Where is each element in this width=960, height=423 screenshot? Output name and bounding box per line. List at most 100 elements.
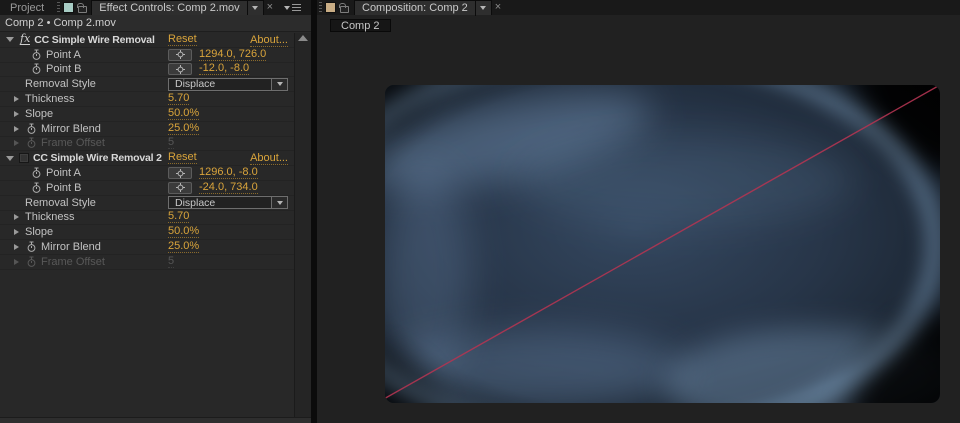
dropdown-arrow-button[interactable] xyxy=(271,197,287,208)
property-label: Removal Style xyxy=(25,197,96,209)
number-value: 5 xyxy=(168,256,174,268)
number-value[interactable]: 5.70 xyxy=(168,211,189,223)
unlock-icon[interactable] xyxy=(340,6,349,13)
expand-triangle-icon[interactable] xyxy=(14,244,19,250)
effect-name[interactable]: CC Simple Wire Removal 2 xyxy=(33,152,162,164)
property-row-thickness: Thickness 5.70 xyxy=(0,92,294,107)
dropdown-selected-value: Displace xyxy=(175,78,215,90)
stopwatch-icon[interactable] xyxy=(27,256,36,268)
removal-style-dropdown[interactable]: Displace xyxy=(168,196,288,209)
property-label: Slope xyxy=(25,108,53,120)
removal-style-dropdown[interactable]: Displace xyxy=(168,78,288,91)
property-row-removal-style: Removal Style Displace xyxy=(0,196,294,211)
expand-triangle-icon[interactable] xyxy=(14,259,19,265)
pick-point-crosshair-button[interactable] xyxy=(168,49,192,61)
panel-color-swatch-icon xyxy=(325,2,336,13)
tab-close-icon[interactable]: × xyxy=(264,2,276,13)
breadcrumb: Comp 2 • Comp 2.mov xyxy=(0,15,311,32)
effect-header: CC Simple Wire Removal 2 Reset About... xyxy=(0,151,294,166)
point-value[interactable]: -12.0, -8.0 xyxy=(199,63,249,75)
property-row-point-b: Point B -12.0, -8.0 xyxy=(0,63,294,78)
scroll-up-arrow-icon[interactable] xyxy=(298,35,308,41)
property-label: Point A xyxy=(46,167,81,179)
expand-triangle-icon[interactable] xyxy=(14,126,19,132)
about-link[interactable]: About... xyxy=(250,35,288,47)
comp-viewer-subtab[interactable]: Comp 2 xyxy=(330,19,391,32)
dropdown-arrow-button[interactable] xyxy=(271,79,287,90)
property-row-point-a: Point A 1294.0, 726.0 xyxy=(0,48,294,63)
panel-grip-icon[interactable] xyxy=(57,2,60,13)
expand-triangle-icon[interactable] xyxy=(14,111,19,117)
property-label: Frame Offset xyxy=(41,137,105,149)
property-row-frame-offset: Frame Offset 5 xyxy=(0,255,294,270)
horizontal-scrollbar[interactable] xyxy=(0,417,311,423)
property-label: Point B xyxy=(46,63,81,75)
property-label: Point A xyxy=(46,49,81,61)
point-value[interactable]: 1296.0, -8.0 xyxy=(199,167,258,179)
stopwatch-icon[interactable] xyxy=(27,123,36,135)
pick-point-crosshair-button[interactable] xyxy=(168,63,192,75)
expand-triangle-icon[interactable] xyxy=(14,140,19,146)
expand-triangle-icon[interactable] xyxy=(14,96,19,102)
property-row-removal-style: Removal Style Displace xyxy=(0,77,294,92)
panel-grip-icon[interactable] xyxy=(319,2,322,13)
property-label: Slope xyxy=(25,226,53,238)
pick-point-crosshair-button[interactable] xyxy=(168,167,192,179)
point-value[interactable]: -24.0, 734.0 xyxy=(199,182,258,194)
property-row-mirror-blend: Mirror Blend 25.0% xyxy=(0,122,294,137)
stopwatch-icon[interactable] xyxy=(32,63,41,75)
collapse-triangle-icon[interactable] xyxy=(6,156,14,161)
point-value[interactable]: 1294.0, 726.0 xyxy=(199,49,266,61)
footage-frame xyxy=(385,85,940,403)
number-value[interactable]: 50.0% xyxy=(168,108,199,120)
pick-point-crosshair-button[interactable] xyxy=(168,182,192,194)
stopwatch-icon[interactable] xyxy=(32,182,41,194)
number-value: 5 xyxy=(168,137,174,149)
tab-effect-controls[interactable]: Effect Controls: Comp 2.mov xyxy=(91,0,263,15)
chevron-down-icon xyxy=(277,82,283,86)
tab-composition-label: Composition: Comp 2 xyxy=(362,2,468,14)
panel-menu-lines-icon xyxy=(292,4,301,11)
tab-effect-controls-label: Effect Controls: Comp 2.mov xyxy=(99,2,239,14)
number-value[interactable]: 5.70 xyxy=(168,93,189,105)
chevron-down-icon xyxy=(480,6,486,10)
effect-enabled-fx-icon[interactable]: fx xyxy=(20,34,30,45)
number-value[interactable]: 50.0% xyxy=(168,226,199,238)
number-value[interactable]: 25.0% xyxy=(168,241,199,253)
unlock-icon[interactable] xyxy=(78,6,87,13)
panel-menu-button[interactable] xyxy=(284,4,301,11)
property-row-slope: Slope 50.0% xyxy=(0,225,294,240)
panel-color-swatch-icon xyxy=(63,2,74,13)
stopwatch-icon[interactable] xyxy=(32,167,41,179)
tab-close-icon[interactable]: × xyxy=(492,2,504,13)
tab-dropdown-button[interactable] xyxy=(475,1,491,16)
stopwatch-icon[interactable] xyxy=(27,241,36,253)
after-effects-workspace: Project Effect Controls: Comp 2.mov × Co… xyxy=(0,0,960,423)
expand-triangle-icon[interactable] xyxy=(14,229,19,235)
chevron-down-icon xyxy=(277,201,283,205)
property-label: Thickness xyxy=(25,93,75,105)
stopwatch-icon[interactable] xyxy=(32,49,41,61)
property-row-point-a: Point A 1296.0, -8.0 xyxy=(0,166,294,181)
composition-viewer-canvas[interactable] xyxy=(385,85,940,403)
property-row-frame-offset: Frame Offset 5 xyxy=(0,137,294,152)
property-label: Mirror Blend xyxy=(41,241,101,253)
effect-name[interactable]: CC Simple Wire Removal xyxy=(34,34,154,46)
property-row-mirror-blend: Mirror Blend 25.0% xyxy=(0,240,294,255)
tab-project[interactable]: Project xyxy=(0,0,54,15)
tab-dropdown-button[interactable] xyxy=(247,1,263,16)
collapse-triangle-icon[interactable] xyxy=(6,37,14,42)
composition-panel: Composition: Comp 2 × Comp 2 xyxy=(317,0,960,423)
stopwatch-icon[interactable] xyxy=(27,137,36,149)
effect-disabled-checkbox[interactable] xyxy=(19,153,29,163)
expand-triangle-icon[interactable] xyxy=(14,214,19,220)
tab-composition[interactable]: Composition: Comp 2 xyxy=(354,0,492,15)
vertical-scrollbar[interactable] xyxy=(294,33,311,417)
dropdown-selected-value: Displace xyxy=(175,197,215,209)
chevron-down-icon xyxy=(252,6,258,10)
reset-link[interactable]: Reset xyxy=(168,34,197,46)
about-link[interactable]: About... xyxy=(250,153,288,165)
number-value[interactable]: 25.0% xyxy=(168,123,199,135)
property-row-slope: Slope 50.0% xyxy=(0,107,294,122)
reset-link[interactable]: Reset xyxy=(168,152,197,164)
